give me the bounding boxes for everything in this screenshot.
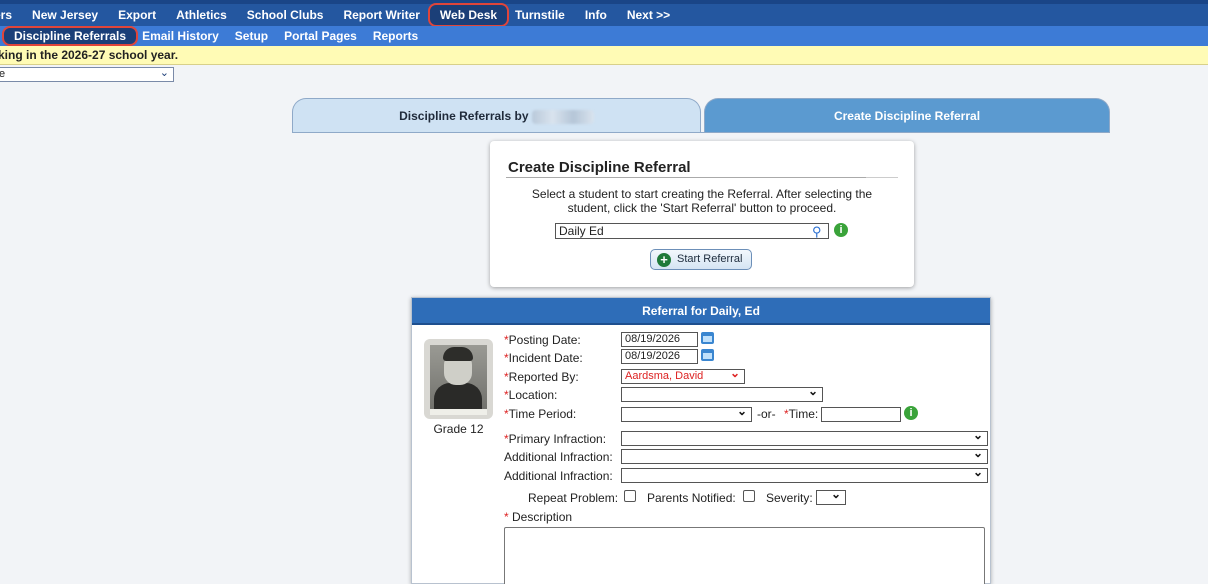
start-referral-label: Start Referral [677,253,743,265]
chevron-down-icon: ⌄ [972,446,983,460]
chevron-down-icon: ⌄ [807,384,818,398]
sub-nav: Discipline Referrals Email History Setup… [0,26,1208,46]
tab-label: Discipline Referrals by [399,109,529,123]
posting-date-input[interactable]: 08/19/2026 [621,332,698,347]
or-text: -or- [757,407,776,421]
info-icon[interactable]: i [904,406,918,420]
info-icon[interactable]: i [834,223,848,237]
location-select[interactable]: ⌄ [621,384,823,402]
card-title: Create Discipline Referral [508,159,691,176]
tab-label: Create Discipline Referral [833,109,981,123]
tab-create-discipline-referral[interactable]: Create Discipline Referral [704,98,1110,133]
repeat-problem-label: Repeat Problem: [528,491,619,505]
nav-item-turnstile[interactable]: Turnstile [513,4,575,26]
student-search-input[interactable]: Daily Ed [555,223,829,239]
primary-infraction-label: *Primary Infraction: [504,432,607,446]
chevron-down-icon: ⌄ [159,67,169,79]
search-icon[interactable]: ⚲ [812,224,822,240]
severity-label: Severity: [766,491,813,505]
subnav-item-reports[interactable]: Reports [365,29,426,43]
location-label: *Location: [504,388,558,402]
chevron-down-icon: ⌄ [972,465,983,479]
time-period-select[interactable]: ⌄ [621,404,752,422]
chevron-down-icon: ⌄ [736,404,747,418]
nav-item-next[interactable]: Next >> [617,4,680,26]
posting-date-label: *Posting Date: [504,333,581,347]
primary-infraction-select[interactable]: ⌄ [621,428,988,446]
tab-divider [292,132,1110,133]
time-label: *Time: [784,407,819,421]
subnav-item-discipline-referrals[interactable]: Discipline Referrals [2,26,139,46]
calendar-icon[interactable] [701,332,714,344]
chevron-down-icon: ⌄ [729,366,740,380]
student-grade: Grade 12 [433,422,484,436]
nav-item-users[interactable]: ers [0,4,22,26]
additional-infraction-select-2[interactable]: ⌄ [621,465,988,483]
subnav-item-setup[interactable]: Setup [227,29,276,43]
time-period-label: *Time Period: [504,407,577,421]
nav-item-report-writer[interactable]: Report Writer [333,4,423,26]
reported-by-select[interactable]: Aardsma, David ⌄ [621,366,745,384]
additional-infraction-label: Additional Infraction: [504,450,613,464]
reported-by-label: *Reported By: [504,370,579,384]
calendar-icon[interactable] [701,349,714,361]
redacted-name [531,109,594,124]
card-instructions: Select a student to start creating the R… [531,187,873,215]
subnav-item-email-history[interactable]: Email History [138,29,227,43]
description-textarea[interactable] [504,527,985,584]
incident-date-input[interactable]: 08/19/2026 [621,349,698,364]
student-photo [424,339,493,419]
parents-notified-label: Parents Notified: [647,491,736,505]
incident-date-label: *Incident Date: [504,351,583,365]
chevron-down-icon: ⌄ [972,428,983,442]
add-icon: + [657,253,671,267]
nav-item-school-clubs[interactable]: School Clubs [237,4,334,26]
nav-item-info[interactable]: Info [575,4,617,26]
chevron-down-icon: ⌄ [830,487,841,501]
context-select-value: e [0,68,6,80]
top-nav: ers New Jersey Export Athletics School C… [0,0,1208,27]
nav-item-web-desk[interactable]: Web Desk [427,3,510,27]
title-rule-secondary [866,177,898,178]
description-label: * Description [504,510,573,524]
referral-header: Referral for Daily, Ed [412,298,990,325]
tab-discipline-referrals-by[interactable]: Discipline Referrals by [292,98,701,133]
school-year-notice: king in the 2026-27 school year. [0,46,1208,65]
context-select[interactable]: e ⌄ [0,67,174,82]
repeat-problem-checkbox[interactable] [624,490,636,502]
referral-panel: Referral for Daily, Ed Grade 12 *Posting… [411,297,991,584]
title-rule [506,177,866,178]
nav-item-new-jersey[interactable]: New Jersey [22,4,108,26]
parents-notified-checkbox[interactable] [743,490,755,502]
start-referral-button[interactable]: + Start Referral [650,249,752,270]
additional-infraction-label: Additional Infraction: [504,469,613,483]
additional-infraction-select-1[interactable]: ⌄ [621,446,988,464]
severity-select[interactable]: ⌄ [816,487,846,505]
nav-item-export[interactable]: Export [108,4,166,26]
nav-item-athletics[interactable]: Athletics [166,4,237,26]
create-referral-card: Create Discipline Referral Select a stud… [490,141,914,287]
notice-text: king in the 2026-27 school year. [0,48,179,62]
time-input[interactable] [821,407,901,422]
subnav-item-portal-pages[interactable]: Portal Pages [276,29,365,43]
